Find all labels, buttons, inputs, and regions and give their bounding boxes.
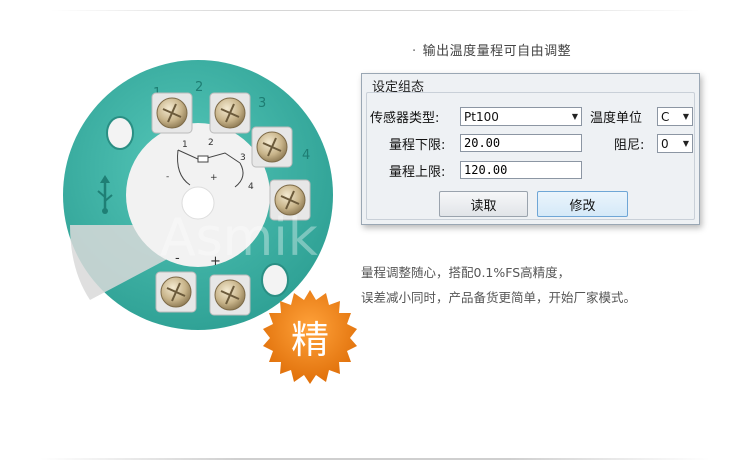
marking-3: 3 <box>240 153 246 163</box>
chevron-down-icon: ▼ <box>571 112 578 121</box>
screw-3 <box>251 126 293 168</box>
config-dialog: 设定组态 传感器类型: Pt100 ▼ 温度单位 C ▼ 量程下限: 20.00… <box>361 73 700 225</box>
marking-1: 1 <box>182 140 188 150</box>
marking-4: 4 <box>248 182 254 192</box>
screw-6 <box>209 274 251 316</box>
damping-row: 阻尼: <box>614 134 644 153</box>
section-heading: · 输出温度量程可自由调整 <box>412 40 571 59</box>
temp-unit-row: 温度单位 <box>590 107 642 126</box>
range-low-value: 20.00 <box>464 136 501 150</box>
top-divider <box>50 10 700 11</box>
badge-text: 精 <box>290 317 329 362</box>
heading-bullet: · <box>412 44 417 59</box>
sensor-type-row: 传感器类型: <box>370 107 439 126</box>
description-line-2: 误差减小同时，产品备货更简单，开始厂家模式。 <box>361 290 637 305</box>
range-high-input[interactable]: 120.00 <box>460 161 582 179</box>
marking-minus: - <box>166 172 169 182</box>
chevron-down-icon: ▼ <box>682 112 689 121</box>
range-high-row: 量程上限: <box>389 161 445 180</box>
marking-2: 2 <box>208 138 214 148</box>
range-high-value: 120.00 <box>464 163 508 177</box>
range-low-row: 量程下限: <box>389 134 445 153</box>
screw-1 <box>151 92 193 134</box>
marking-plus: + <box>210 173 218 183</box>
damping-value: 0 <box>661 136 669 151</box>
precision-badge: 精 <box>262 288 358 388</box>
terminal-num-4: 4 <box>302 148 310 163</box>
temp-unit-label: 温度单位 <box>590 111 643 126</box>
read-button[interactable]: 读取 <box>439 191 528 217</box>
screw-5 <box>155 271 197 313</box>
heading-text: 输出温度量程可自由调整 <box>422 44 572 59</box>
bottom-divider <box>40 458 710 460</box>
range-high-label: 量程上限: <box>389 165 446 180</box>
sensor-type-select[interactable]: Pt100 ▼ <box>460 107 582 126</box>
temp-unit-select[interactable]: C ▼ <box>657 107 693 126</box>
chevron-down-icon: ▼ <box>682 139 689 148</box>
mount-hole-top <box>106 116 134 150</box>
sensor-type-label: 传感器类型: <box>370 111 440 126</box>
modify-button[interactable]: 修改 <box>537 191 628 217</box>
sensor-type-value: Pt100 <box>464 109 499 124</box>
terminal-num-3: 3 <box>258 96 266 111</box>
screw-2 <box>209 92 251 134</box>
temp-unit-value: C <box>661 109 670 124</box>
description-line-1: 量程调整随心，搭配0.1%FS高精度， <box>361 265 571 280</box>
dialog-title: 设定组态 <box>372 80 425 95</box>
range-low-label: 量程下限: <box>389 138 446 153</box>
watermark: Asmik <box>160 208 318 268</box>
damping-label: 阻尼: <box>614 138 645 153</box>
damping-select[interactable]: 0 ▼ <box>657 134 693 153</box>
terminal-num-2: 2 <box>195 80 203 95</box>
range-low-input[interactable]: 20.00 <box>460 134 582 152</box>
